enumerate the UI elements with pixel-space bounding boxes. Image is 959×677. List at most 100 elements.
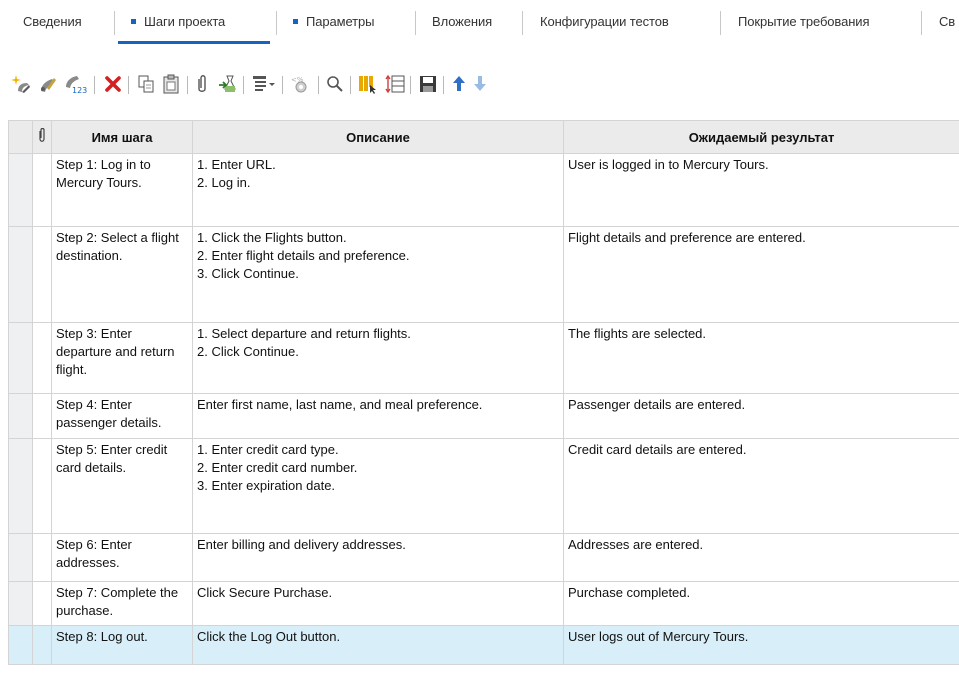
description-cell[interactable]: Click Secure Purchase. — [192, 581, 564, 626]
tab-divider — [276, 11, 277, 35]
description-cell[interactable]: 1. Click the Flights button. 2. Enter fl… — [192, 226, 564, 323]
table-row[interactable]: Step 5: Enter credit card details. 1. En… — [8, 438, 959, 534]
edit-step-icon[interactable] — [37, 73, 57, 95]
description-line: 3. Enter expiration date. — [197, 478, 336, 493]
step-name-cell[interactable]: Step 7: Complete the purchase. — [51, 581, 193, 626]
table-row[interactable]: Step 3: Enter departure and return fligh… — [8, 322, 959, 394]
tab-truncated[interactable]: Св — [939, 0, 955, 42]
expected-result-cell[interactable]: User logs out of Mercury Tours. — [563, 625, 959, 665]
save-icon[interactable] — [418, 73, 438, 95]
toolbar-separator — [350, 76, 351, 94]
call-to-test-icon[interactable] — [217, 73, 237, 95]
active-tab-indicator — [118, 41, 270, 44]
table-row[interactable]: Step 4: Enter passenger details. Enter f… — [8, 393, 959, 439]
attachment-column-header[interactable] — [32, 120, 52, 154]
tab-test-configurations[interactable]: Конфигурации тестов — [540, 0, 669, 42]
step-name-cell[interactable]: Step 6: Enter addresses. — [51, 533, 193, 582]
tab-requirements-coverage[interactable]: Покрытие требования — [738, 0, 870, 42]
toolbar-separator — [410, 76, 411, 94]
description-line: 1. Enter URL. — [197, 157, 276, 172]
table-row[interactable]: Step 2: Select a flight destination. 1. … — [8, 226, 959, 323]
tab-divider — [114, 11, 115, 35]
row-selector-header[interactable] — [8, 120, 33, 154]
attachment-cell — [32, 581, 52, 626]
tab-dot — [131, 19, 136, 24]
attachment-cell — [32, 393, 52, 439]
attachment-cell — [32, 226, 52, 323]
tab-label: Конфигурации тестов — [540, 14, 669, 29]
row-selector[interactable] — [8, 226, 33, 323]
expected-result-column-header[interactable]: Ожидаемый результат — [563, 120, 959, 154]
description-cell[interactable]: 1. Enter credit card type. 2. Enter cred… — [192, 438, 564, 534]
find-icon[interactable] — [325, 73, 345, 95]
step-name-cell[interactable]: Step 5: Enter credit card details. — [51, 438, 193, 534]
expected-result-cell[interactable]: Credit card details are entered. — [563, 438, 959, 534]
row-selector[interactable] — [8, 581, 33, 626]
attachment-cell — [32, 322, 52, 394]
expected-result-cell[interactable]: The flights are selected. — [563, 322, 959, 394]
tab-bar: Сведения Шаги проекта Параметры Вложения… — [0, 0, 959, 46]
tab-dot — [293, 19, 298, 24]
table-header-row: Имя шага Описание Ожидаемый результат — [8, 120, 959, 154]
row-selector[interactable] — [8, 438, 33, 534]
description-line: 1. Enter credit card type. — [197, 442, 339, 457]
description-column-header[interactable]: Описание — [192, 120, 564, 154]
description-line: 1. Click the Flights button. — [197, 230, 347, 245]
attachment-icon[interactable] — [194, 73, 214, 95]
table-row-selected[interactable]: Step 8: Log out. Click the Log Out butto… — [8, 625, 959, 665]
table-row[interactable]: Step 7: Complete the purchase. Click Sec… — [8, 581, 959, 626]
tab-attachments[interactable]: Вложения — [432, 0, 492, 42]
table-row[interactable]: Step 1: Log in to Mercury Tours. 1. Ente… — [8, 153, 959, 227]
renumber-steps-icon[interactable]: 123 — [63, 73, 87, 95]
step-name-cell[interactable]: Step 1: Log in to Mercury Tours. — [51, 153, 193, 227]
tab-label: Сведения — [23, 14, 82, 29]
description-line: 2. Enter flight details and preference. — [197, 248, 410, 263]
table-row[interactable]: Step 6: Enter addresses. Enter billing a… — [8, 533, 959, 582]
row-selector[interactable] — [8, 153, 33, 227]
step-name-column-header[interactable]: Имя шага — [51, 120, 193, 154]
tab-design-steps[interactable]: Шаги проекта — [131, 0, 225, 42]
tab-label: Покрытие требования — [738, 14, 870, 29]
description-cell[interactable]: 1. Select departure and return flights. … — [192, 322, 564, 394]
step-name-cell[interactable]: Step 4: Enter passenger details. — [51, 393, 193, 439]
row-selector[interactable] — [8, 393, 33, 439]
toolbar-separator — [128, 76, 129, 94]
steps-table: Имя шага Описание Ожидаемый результат St… — [8, 120, 959, 665]
insert-parameter-icon[interactable]: <% — [289, 73, 309, 95]
step-name-cell[interactable]: Step 8: Log out. — [51, 625, 193, 665]
select-columns-icon[interactable] — [357, 73, 377, 95]
step-name-cell[interactable]: Step 2: Select a flight destination. — [51, 226, 193, 323]
tab-details[interactable]: Сведения — [23, 0, 82, 42]
adjust-row-height-icon[interactable] — [384, 73, 405, 95]
description-line: 2. Enter credit card number. — [197, 460, 358, 475]
generate-script-icon[interactable] — [251, 73, 275, 95]
expected-result-cell[interactable]: Passenger details are entered. — [563, 393, 959, 439]
expected-result-cell[interactable]: User is logged in to Mercury Tours. — [563, 153, 959, 227]
description-cell[interactable]: Enter first name, last name, and meal pr… — [192, 393, 564, 439]
tab-parameters[interactable]: Параметры — [293, 0, 375, 42]
row-selector[interactable] — [8, 625, 33, 665]
steps-toolbar: 123 <% — [0, 62, 959, 106]
expected-result-cell[interactable]: Addresses are entered. — [563, 533, 959, 582]
attachment-cell — [32, 625, 52, 665]
copy-icon[interactable] — [136, 73, 156, 95]
attachment-cell — [32, 153, 52, 227]
description-cell[interactable]: Click the Log Out button. — [192, 625, 564, 665]
description-cell[interactable]: Enter billing and delivery addresses. — [192, 533, 564, 582]
tab-label: Параметры — [306, 14, 375, 29]
step-name-cell[interactable]: Step 3: Enter departure and return fligh… — [51, 322, 193, 394]
row-selector[interactable] — [8, 533, 33, 582]
new-step-icon[interactable] — [10, 73, 30, 95]
move-down-icon[interactable] — [471, 73, 491, 95]
description-cell[interactable]: 1. Enter URL. 2. Log in. — [192, 153, 564, 227]
expected-result-cell[interactable]: Purchase completed. — [563, 581, 959, 626]
paste-icon[interactable] — [161, 73, 181, 95]
description-line: 2. Log in. — [197, 175, 251, 190]
expected-result-cell[interactable]: Flight details and preference are entere… — [563, 226, 959, 323]
row-selector[interactable] — [8, 322, 33, 394]
delete-icon[interactable] — [103, 73, 123, 95]
tab-label: Вложения — [432, 14, 493, 29]
move-up-icon[interactable] — [450, 73, 470, 95]
toolbar-separator — [282, 76, 283, 94]
toolbar-separator — [318, 76, 319, 94]
